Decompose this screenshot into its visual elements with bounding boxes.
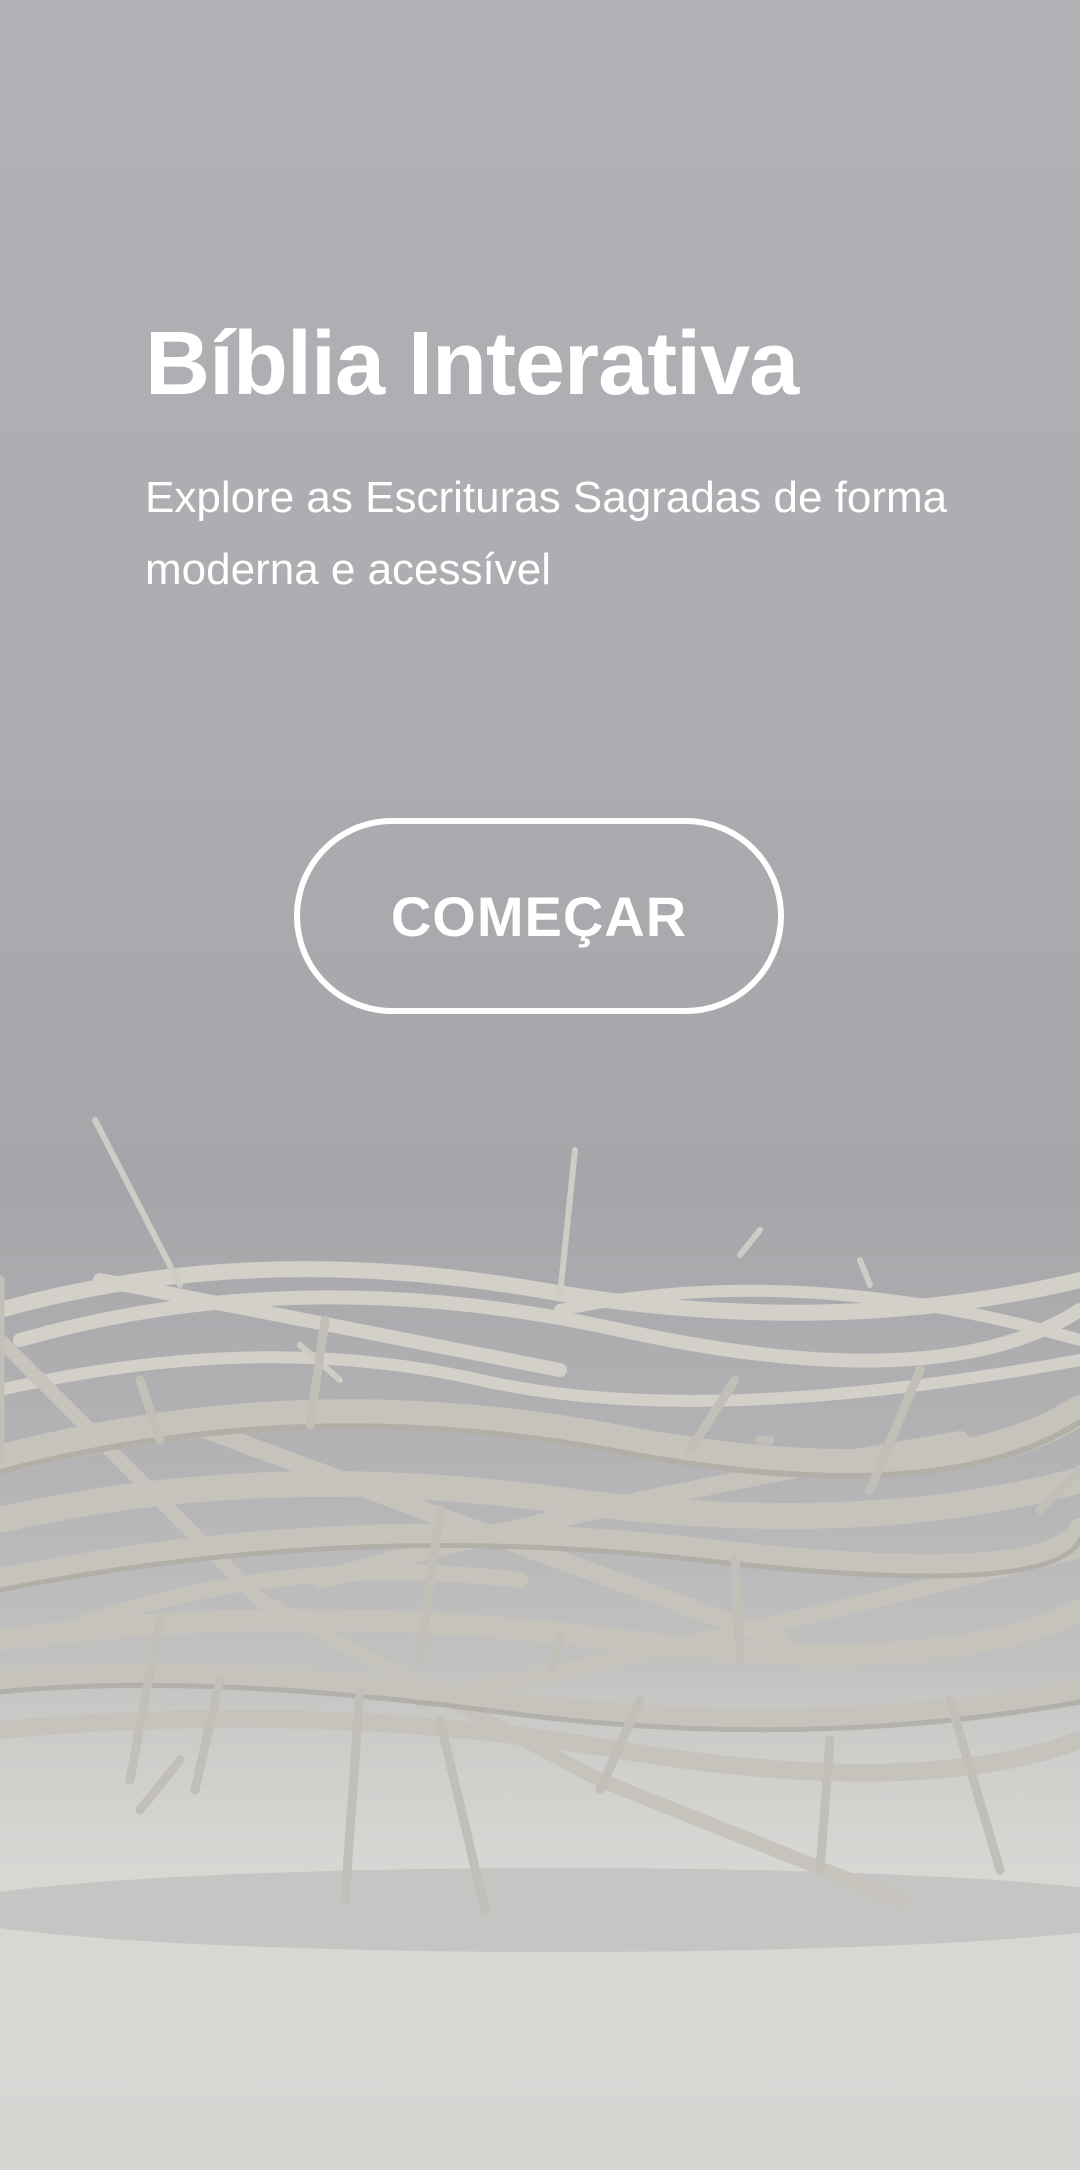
welcome-screen: Bíblia Interativa Explore as Escrituras … <box>0 0 1080 2170</box>
app-subtitle: Explore as Escrituras Sagradas de forma … <box>145 473 948 594</box>
crown-of-thorns-image <box>0 1117 1080 1952</box>
start-button[interactable]: COMEÇAR <box>294 818 784 1014</box>
app-title: Bíblia Interativa <box>145 314 799 414</box>
